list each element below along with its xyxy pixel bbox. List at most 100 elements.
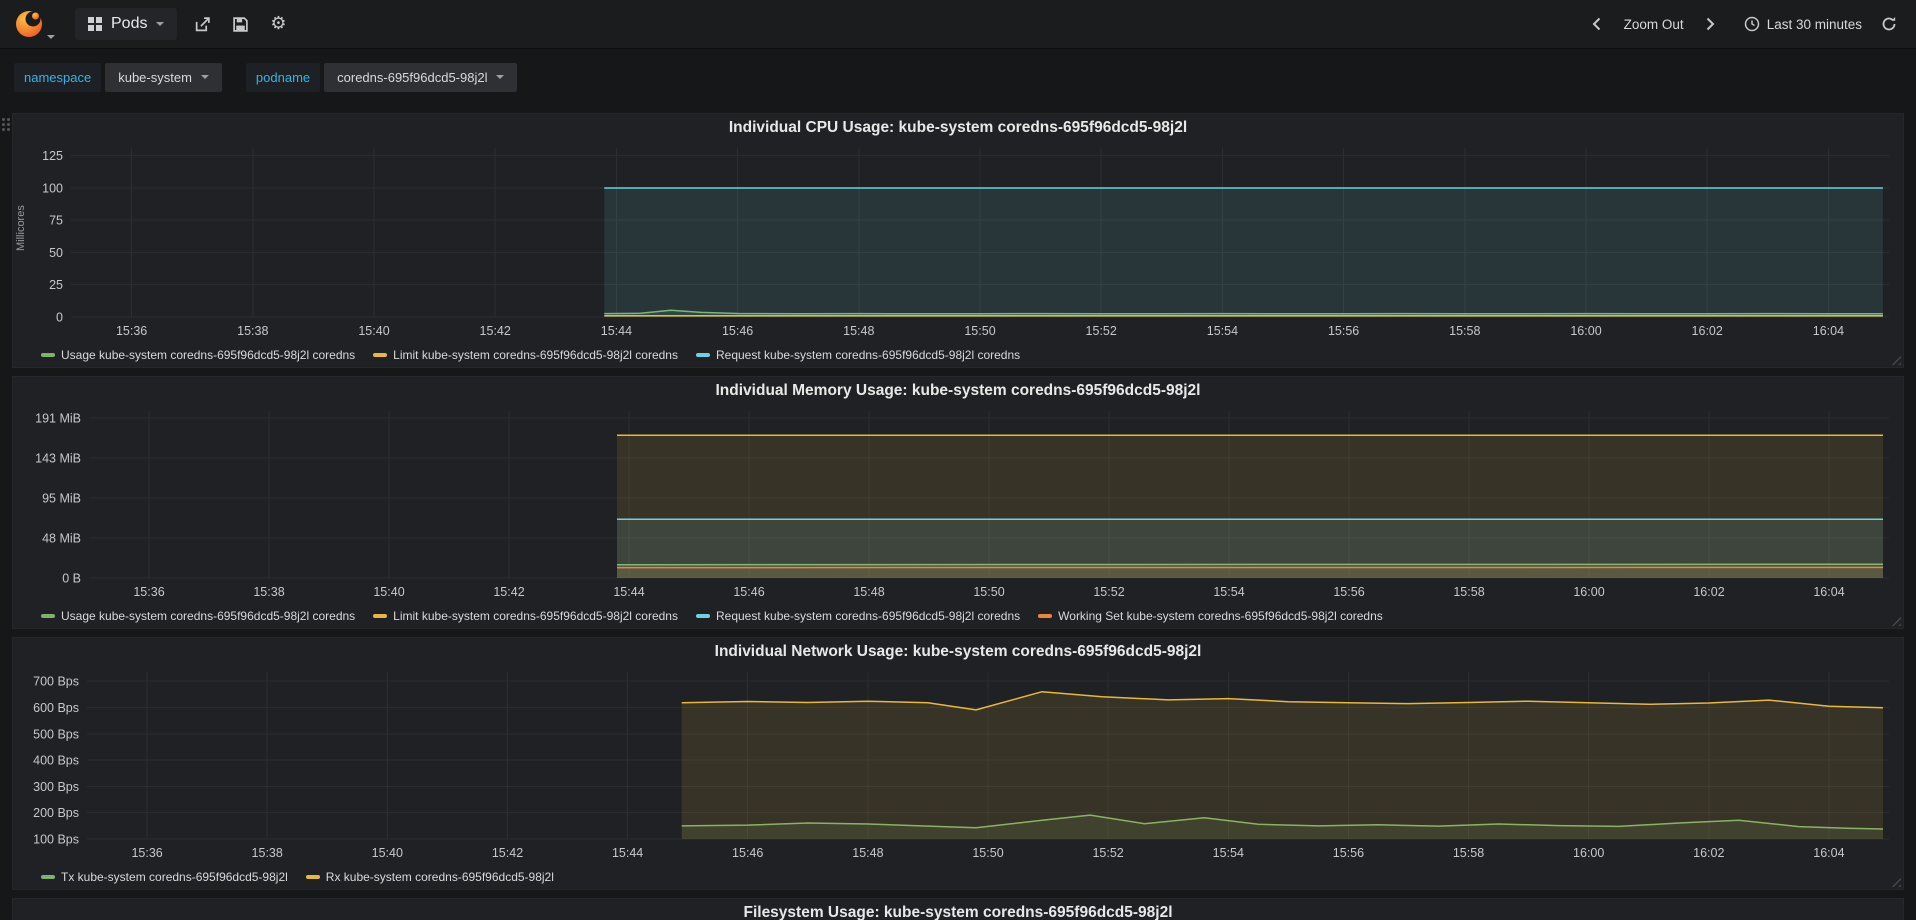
y-tick-label: 100 Bps [33, 833, 79, 847]
dashboard-picker[interactable]: Pods [75, 8, 178, 40]
x-tick-label: 15:52 [1086, 324, 1117, 338]
dashboard-caret-icon [156, 22, 165, 26]
navbar: Pods ⚙ Zoom Out Last 30 minutes [0, 0, 1916, 49]
y-tick-label: 143 MiB [35, 451, 81, 465]
save-icon [233, 16, 248, 32]
x-tick-label: 15:46 [733, 585, 764, 599]
panel-memory-usage: Individual Memory Usage: kube-system cor… [12, 376, 1904, 629]
legend-item[interactable]: Limit kube-system coredns-695f96dcd5-98j… [373, 609, 678, 623]
x-tick-label: 15:40 [372, 846, 403, 860]
x-tick-label: 15:38 [252, 846, 283, 860]
legend-item[interactable]: Usage kube-system coredns-695f96dcd5-98j… [41, 609, 355, 623]
x-tick-label: 15:44 [601, 324, 632, 338]
x-tick-label: 16:00 [1570, 324, 1601, 338]
x-tick-label: 15:54 [1207, 324, 1238, 338]
share-button[interactable] [189, 11, 215, 37]
y-tick-label: 500 Bps [33, 727, 79, 741]
y-tick-label: 300 Bps [33, 780, 79, 794]
y-tick-label: 95 MiB [42, 491, 81, 505]
namespace-caret-icon [200, 75, 209, 79]
x-tick-label: 16:00 [1573, 846, 1604, 860]
series-fill [604, 188, 1883, 317]
panel-title[interactable]: Individual Network Usage: kube-system co… [13, 638, 1903, 664]
legend-series-label: Working Set kube-system coredns-695f96dc… [1058, 609, 1383, 623]
legend-item[interactable]: Request kube-system coredns-695f96dcd5-9… [695, 348, 1021, 362]
x-tick-label: 15:52 [1092, 846, 1123, 860]
legend-series-label: Usage kube-system coredns-695f96dcd5-98j… [61, 348, 356, 362]
network-legend: Tx kube-system coredns-695f96dcd5-98j2l R… [13, 865, 1903, 889]
legend-series-label: Request kube-system coredns-695f96dcd5-9… [715, 348, 1021, 362]
x-tick-label: 15:44 [613, 585, 644, 599]
legend-series-swatch [41, 353, 55, 357]
legend-series-label: Tx kube-system coredns-695f96dcd5-98j2l [61, 870, 288, 884]
x-tick-label: 15:40 [358, 324, 389, 338]
panel-filesystem-usage: Filesystem Usage: kube-system coredns-69… [12, 898, 1904, 920]
chart-canvas[interactable]: 0 25 50 75 100 125 15:36 15:38 15:40 15:42 15:44 15… [13, 140, 1903, 343]
x-tick-label: 15:58 [1449, 324, 1480, 338]
refresh-icon [1882, 17, 1896, 31]
time-back-button[interactable] [1584, 11, 1610, 37]
y-tick-label: 0 B [62, 572, 81, 586]
namespace-label: namespace [14, 62, 102, 92]
panel-title[interactable]: Filesystem Usage: kube-system coredns-69… [13, 899, 1903, 920]
legend-series-label: Limit kube-system coredns-695f96dcd5-98j… [393, 348, 678, 362]
legend-series-swatch [305, 875, 320, 879]
x-tick-label: 16:04 [1813, 846, 1844, 860]
x-tick-label: 15:56 [1333, 585, 1364, 599]
time-range-label: Last 30 minutes [1766, 16, 1862, 32]
clock-icon [1744, 16, 1759, 32]
x-tick-label: 15:54 [1213, 846, 1244, 860]
x-tick-label: 16:04 [1813, 585, 1844, 599]
x-tick-label: 15:58 [1453, 585, 1484, 599]
x-tick-label: 15:50 [973, 585, 1004, 599]
legend-item[interactable]: Request kube-system coredns-695f96dcd5-9… [695, 609, 1021, 623]
y-tick-label: 48 MiB [42, 532, 81, 546]
panel-drag-handle[interactable] [2, 118, 10, 131]
x-tick-label: 15:56 [1333, 846, 1364, 860]
variable-namespace: namespace kube-system [14, 62, 222, 92]
namespace-value: kube-system [118, 69, 192, 85]
legend-series-label: Rx kube-system coredns-695f96dcd5-98j2l [325, 870, 554, 884]
panel-title[interactable]: Individual CPU Usage: kube-system coredn… [13, 114, 1903, 140]
legend-series-swatch [41, 875, 55, 879]
legend-item[interactable]: Limit kube-system coredns-695f96dcd5-98j… [373, 348, 678, 362]
memory-chart[interactable]: 0 B 48 MiB 95 MiB 143 MiB 191 MiB 15:36 15:38 1… [13, 403, 1903, 604]
zoom-out-button[interactable]: Zoom Out [1624, 17, 1684, 32]
series-fill [681, 691, 1884, 839]
variable-podname: podname coredns-695f96dcd5-98j2l [245, 62, 518, 92]
network-chart[interactable]: 100 Bps 200 Bps 300 Bps 400 Bps 500 Bps 600 B… [13, 664, 1903, 865]
refresh-button[interactable] [1876, 11, 1902, 37]
share-icon [195, 16, 210, 31]
legend-item[interactable]: Usage kube-system coredns-695f96dcd5-98j… [41, 348, 355, 362]
legend-item[interactable]: Tx kube-system coredns-695f96dcd5-98j2l [41, 870, 288, 884]
x-tick-label: 16:04 [1813, 324, 1844, 338]
chevron-right-icon [1706, 17, 1715, 31]
x-tick-label: 15:56 [1328, 324, 1359, 338]
legend-item[interactable]: Rx kube-system coredns-695f96dcd5-98j2l [305, 870, 554, 884]
x-tick-label: 15:42 [480, 324, 511, 338]
time-forward-button[interactable] [1698, 11, 1724, 37]
chart-canvas[interactable]: 100 Bps 200 Bps 300 Bps 400 Bps 500 Bps 600 B… [13, 664, 1903, 865]
panel-title[interactable]: Individual Memory Usage: kube-system cor… [13, 377, 1903, 403]
x-tick-label: 15:50 [964, 324, 995, 338]
settings-button[interactable]: ⚙ [265, 11, 291, 37]
cpu-chart[interactable]: 0 25 50 75 100 125 15:36 15:38 15:40 15:42 15:44 15… [13, 140, 1903, 343]
x-tick-label: 15:48 [853, 585, 884, 599]
save-button[interactable] [227, 11, 253, 37]
x-tick-label: 15:42 [492, 846, 523, 860]
grafana-logo-menu[interactable] [14, 9, 55, 39]
chart-canvas[interactable]: 0 B 48 MiB 95 MiB 143 MiB 191 MiB 15:36 15:38 1… [13, 403, 1903, 604]
x-tick-label: 15:36 [131, 846, 162, 860]
x-tick-label: 15:52 [1093, 585, 1124, 599]
x-tick-label: 16:00 [1573, 585, 1604, 599]
y-tick-label: 600 Bps [33, 701, 79, 715]
x-tick-label: 15:46 [722, 324, 753, 338]
legend-item[interactable]: Working Set kube-system coredns-695f96dc… [1038, 609, 1383, 623]
dashboard-grid-icon [88, 17, 102, 31]
time-range-picker[interactable]: Last 30 minutes [1744, 16, 1862, 32]
namespace-select[interactable]: kube-system [105, 62, 222, 92]
y-tick-label: 191 MiB [35, 412, 81, 426]
x-tick-label: 15:48 [843, 324, 874, 338]
legend-series-label: Request kube-system coredns-695f96dcd5-9… [715, 609, 1021, 623]
podname-select[interactable]: coredns-695f96dcd5-98j2l [324, 62, 518, 92]
